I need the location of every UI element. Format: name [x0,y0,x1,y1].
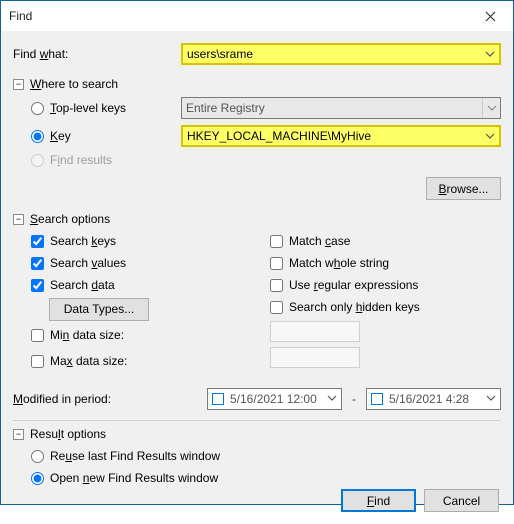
max-size-row: Max data size: [31,348,262,374]
data-types-row: Data Types... [31,296,262,322]
right-col: Match case Match whole string Use regula… [270,230,501,374]
find-what-label: Find what: [13,47,173,61]
max-size-check[interactable]: Max data size: [31,350,151,372]
result-label: Result options [30,427,106,441]
window-title: Find [9,9,468,23]
search-data-check[interactable]: Search data [31,274,262,296]
date-check-icon[interactable] [212,393,224,405]
key-value: HKEY_LOCAL_MACHINE\MyHive [187,129,371,143]
where-label: Where to search [30,77,118,91]
chevron-down-icon[interactable] [327,392,337,406]
chevron-down-icon [482,98,500,118]
key-input[interactable]: HKEY_LOCAL_MACHINE\MyHive [181,125,501,147]
modified-label: Modified in period: [13,392,199,406]
close-icon [485,11,496,22]
footer: Find Cancel [13,489,501,514]
left-col: Search keys Search values Search data Da… [31,230,262,374]
modified-row: Modified in period: 5/16/2021 12:00 - 5/… [13,388,501,410]
search-options-label: Search options [30,212,110,226]
find-what-row: Find what: users\srame [13,43,501,65]
key-radio[interactable]: Key [31,125,173,147]
browse-row: Browse... [31,177,501,200]
result-section: − Result options Reuse last Find Results… [13,427,501,489]
chevron-down-icon[interactable] [481,45,499,63]
top-level-radio[interactable]: Top-level keys [31,97,173,119]
close-button[interactable] [468,1,513,31]
search-keys-check[interactable]: Search keys [31,230,262,252]
separator [13,420,501,421]
data-types-button[interactable]: Data Types... [49,298,149,321]
search-options-section: − Search options Search keys Search valu… [13,212,501,374]
regex-check[interactable]: Use regular expressions [270,274,501,296]
collapse-icon[interactable]: − [13,79,24,90]
where-header: − Where to search [13,77,501,91]
result-header: − Result options [13,427,501,441]
dialog-body: Find what: users\srame − Where to search… [1,31,513,524]
search-values-check[interactable]: Search values [31,252,262,274]
collapse-icon[interactable]: − [13,214,24,225]
find-what-input[interactable]: users\srame [181,43,501,65]
entire-registry-value: Entire Registry [186,101,265,115]
min-size-check[interactable]: Min data size: [31,324,151,346]
find-button[interactable]: Find [341,489,416,512]
max-size-input [270,347,360,368]
modified-from[interactable]: 5/16/2021 12:00 [207,388,342,410]
search-options-header: − Search options [13,212,501,226]
cancel-button[interactable]: Cancel [424,489,499,512]
modified-to-value: 5/16/2021 4:28 [389,392,469,406]
match-whole-check[interactable]: Match whole string [270,252,501,274]
chevron-down-icon[interactable] [481,127,499,145]
modified-from-value: 5/16/2021 12:00 [230,392,317,406]
modified-to[interactable]: 5/16/2021 4:28 [366,388,501,410]
find-dialog: Find Find what: users\srame − Where to s… [0,0,514,505]
reuse-results-radio[interactable]: Reuse last Find Results window [31,445,501,467]
top-level-row: Top-level keys Entire Registry [31,97,501,119]
min-size-row: Min data size: [31,322,262,348]
titlebar: Find [1,1,513,31]
entire-registry-combo[interactable]: Entire Registry [181,97,501,119]
dash: - [348,392,360,406]
min-size-input [270,321,360,342]
key-row: Key HKEY_LOCAL_MACHINE\MyHive [31,125,501,147]
browse-button[interactable]: Browse... [426,177,501,200]
chevron-down-icon[interactable] [486,392,496,406]
new-results-radio[interactable]: Open new Find Results window [31,467,501,489]
hidden-keys-check[interactable]: Search only hidden keys [270,296,501,318]
collapse-icon[interactable]: − [13,429,24,440]
find-results-radio: Find results [31,149,112,171]
find-results-row: Find results [31,149,501,171]
find-what-value: users\srame [187,47,253,61]
date-check-icon[interactable] [371,393,383,405]
match-case-check[interactable]: Match case [270,230,501,252]
where-section: − Where to search Top-level keys Entire … [13,77,501,200]
